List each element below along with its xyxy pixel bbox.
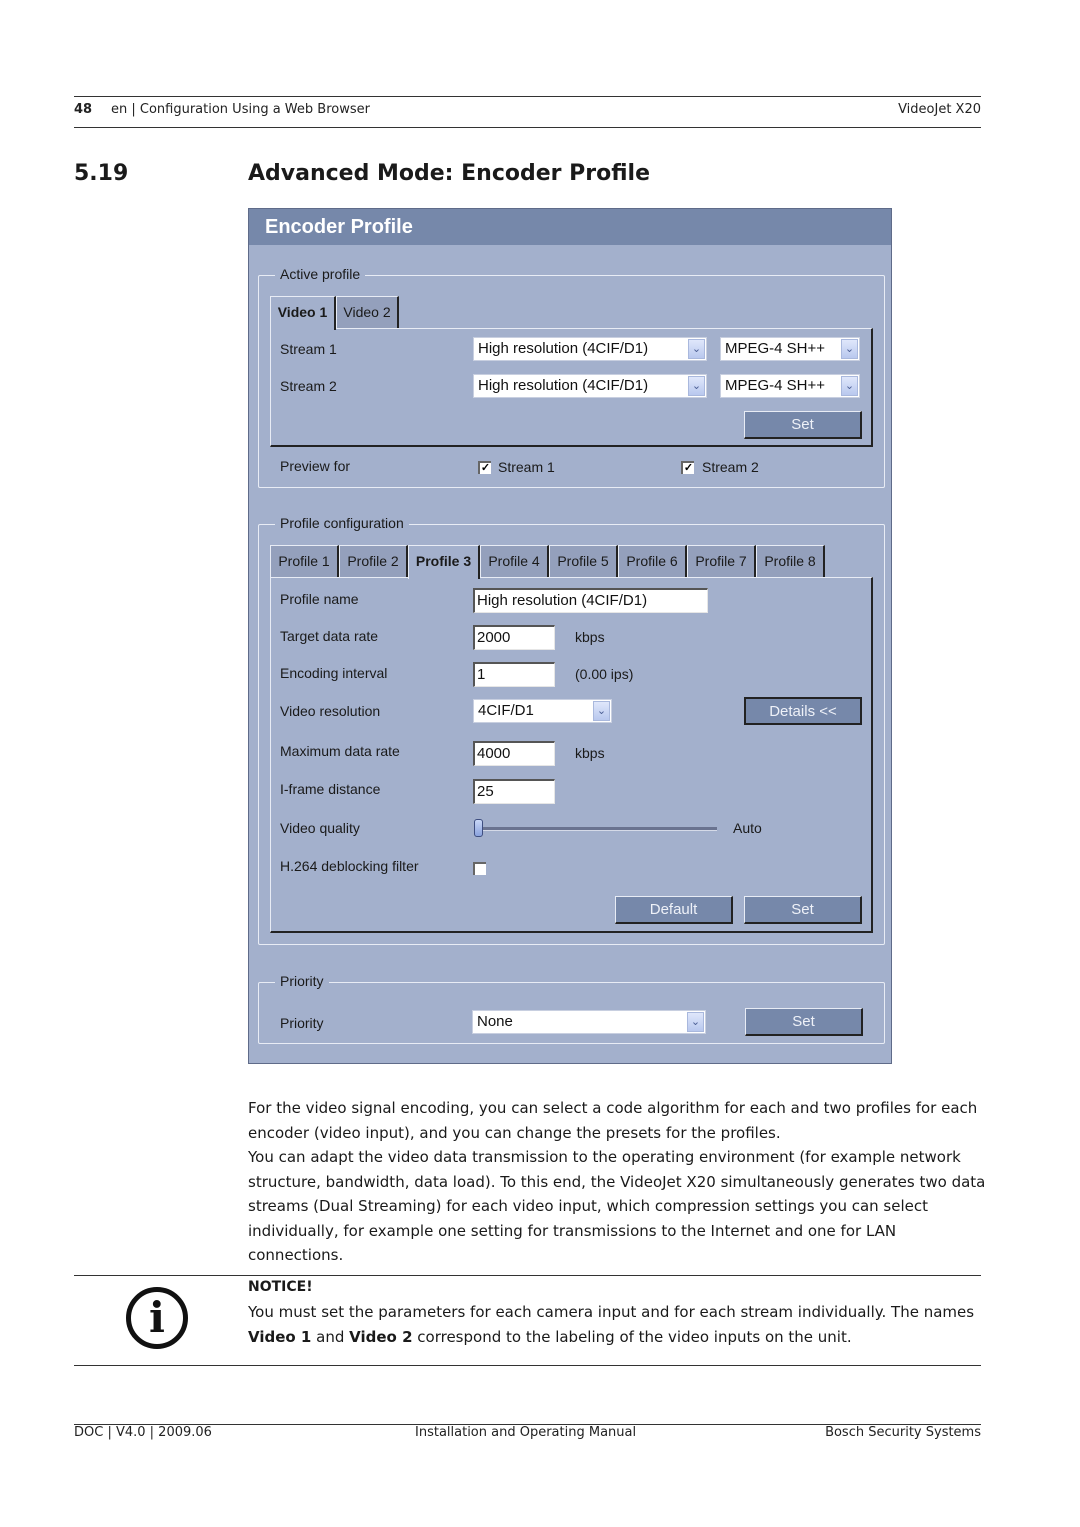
profile-name-input[interactable]: High resolution (4CIF/D1) (473, 588, 708, 613)
maximum-data-rate-unit: kbps (575, 745, 605, 761)
stream-1-profile-value: High resolution (4CIF/D1) (478, 340, 649, 357)
notice-title: NOTICE! (248, 1279, 313, 1295)
encoder-profile-panel: Encoder Profile Active profile Video 1 V… (248, 208, 892, 1064)
notice-bold-video-2: Video 2 (349, 1327, 413, 1346)
priority-legend: Priority (275, 973, 329, 989)
active-profile-legend: Active profile (275, 266, 366, 282)
section-title: Advanced Mode: Encoder Profile (248, 161, 651, 186)
stream-2-label: Stream 2 (280, 378, 337, 394)
info-icon: i (126, 1287, 188, 1349)
tab-profile-1[interactable]: Profile 1 (270, 545, 339, 577)
footer-doc-version: DOC | V4.0 | 2009.06 (74, 1425, 212, 1440)
notice-top-rule (74, 1275, 981, 1276)
chevron-down-icon[interactable]: ⌄ (593, 701, 610, 721)
iframe-distance-label: I-frame distance (280, 781, 381, 797)
video-resolution-label: Video resolution (280, 703, 381, 719)
priority-select[interactable]: None ⌄ (472, 1010, 706, 1034)
chevron-down-icon[interactable]: ⌄ (687, 1012, 704, 1032)
stream-2-profile-value: High resolution (4CIF/D1) (478, 377, 649, 394)
video-resolution-value: 4CIF/D1 (478, 702, 534, 719)
stream-1-codec-select[interactable]: MPEG-4 SH++ ⌄ (720, 337, 860, 361)
tab-video-1[interactable]: Video 1 (270, 296, 336, 330)
tab-profile-2[interactable]: Profile 2 (339, 545, 408, 577)
body-paragraph-2: You can adapt the video data transmissio… (248, 1148, 986, 1265)
default-button[interactable]: Default (615, 896, 733, 924)
tab-profile-5[interactable]: Profile 5 (549, 545, 618, 577)
notice-text: You must set the parameters for each cam… (248, 1300, 988, 1349)
stream-1-profile-select[interactable]: High resolution (4CIF/D1) ⌄ (473, 337, 707, 361)
priority-set-button[interactable]: Set (745, 1008, 863, 1036)
profile-set-button[interactable]: Set (744, 896, 862, 924)
deblocking-filter-checkbox[interactable] (473, 862, 486, 875)
video-quality-value: Auto (733, 820, 762, 836)
stream-2-codec-value: MPEG-4 SH++ (725, 377, 826, 394)
preview-for-label: Preview for (280, 458, 351, 474)
header-section-path: en | Configuration Using a Web Browser (111, 102, 370, 117)
stream-2-codec-select[interactable]: MPEG-4 SH++ ⌄ (720, 374, 860, 398)
footer-manual-title: Installation and Operating Manual (415, 1425, 637, 1440)
target-data-rate-label: Target data rate (280, 628, 379, 644)
deblocking-filter-label: H.264 deblocking filter (280, 858, 419, 874)
tab-profile-3[interactable]: Profile 3 (408, 545, 480, 579)
stream-1-label: Stream 1 (280, 341, 337, 357)
video-quality-slider-track[interactable] (479, 827, 717, 831)
header-product: VideoJet X20 (898, 102, 981, 117)
profile-configuration-legend: Profile configuration (275, 515, 409, 531)
chevron-down-icon[interactable]: ⌄ (688, 339, 705, 359)
tab-video-2[interactable]: Video 2 (336, 296, 399, 328)
maximum-data-rate-input[interactable]: 4000 (473, 741, 555, 766)
header-top-rule (74, 96, 981, 97)
notice-bold-video-1: Video 1 (248, 1327, 312, 1346)
encoding-interval-label: Encoding interval (280, 665, 388, 681)
header-bottom-rule (74, 127, 981, 128)
iframe-distance-input[interactable]: 25 (473, 779, 555, 804)
target-data-rate-input[interactable]: 2000 (473, 625, 555, 650)
notice-text-part: correspond to the labeling of the video … (412, 1327, 852, 1346)
panel-title: Encoder Profile (265, 216, 413, 238)
preview-stream-2-checkbox[interactable]: ✓ (681, 461, 694, 474)
preview-stream-1-label: Stream 1 (498, 459, 555, 475)
tab-profile-8[interactable]: Profile 8 (756, 545, 825, 577)
tab-profile-7[interactable]: Profile 7 (687, 545, 756, 577)
video-quality-slider-thumb[interactable] (474, 819, 483, 837)
target-data-rate-unit: kbps (575, 629, 605, 645)
priority-label: Priority (280, 1015, 324, 1031)
chevron-down-icon[interactable]: ⌄ (841, 376, 858, 396)
chevron-down-icon[interactable]: ⌄ (688, 376, 705, 396)
active-profile-set-button[interactable]: Set (744, 411, 862, 439)
notice-bottom-rule (74, 1365, 981, 1366)
page-number: 48 (74, 102, 93, 117)
tab-profile-4[interactable]: Profile 4 (480, 545, 549, 577)
notice-text-part: You must set the parameters for each cam… (248, 1303, 975, 1321)
chevron-down-icon[interactable]: ⌄ (841, 339, 858, 359)
details-button[interactable]: Details << (744, 697, 862, 725)
notice-text-part: and (311, 1327, 350, 1346)
body-paragraph-1: For the video signal encoding, you can s… (248, 1099, 978, 1142)
video-resolution-select[interactable]: 4CIF/D1 ⌄ (473, 699, 612, 723)
video-quality-label: Video quality (280, 820, 360, 836)
panel-titlebar: Encoder Profile (249, 209, 891, 245)
stream-2-profile-select[interactable]: High resolution (4CIF/D1) ⌄ (473, 374, 707, 398)
section-number: 5.19 (74, 161, 129, 186)
profile-name-label: Profile name (280, 591, 359, 607)
tab-profile-6[interactable]: Profile 6 (618, 545, 687, 577)
priority-value: None (477, 1013, 513, 1030)
encoding-interval-input[interactable]: 1 (473, 662, 555, 687)
encoding-interval-ips: (0.00 ips) (575, 666, 634, 682)
footer-company: Bosch Security Systems (825, 1425, 981, 1440)
stream-1-codec-value: MPEG-4 SH++ (725, 340, 826, 357)
preview-stream-2-label: Stream 2 (702, 459, 759, 475)
preview-stream-1-checkbox[interactable]: ✓ (478, 461, 491, 474)
maximum-data-rate-label: Maximum data rate (280, 743, 400, 759)
